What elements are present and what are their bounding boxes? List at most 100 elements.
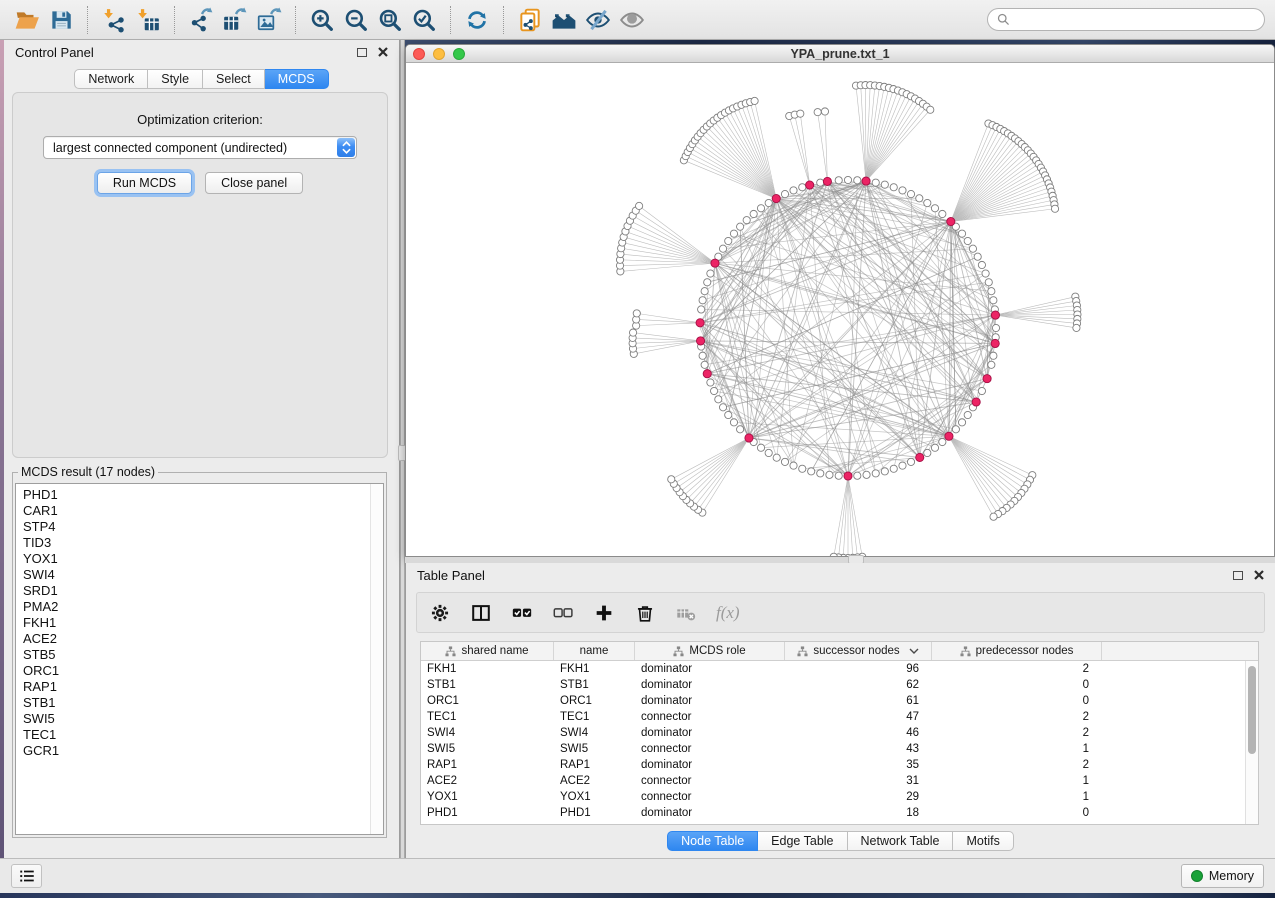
select-all-icon[interactable] <box>511 602 533 624</box>
table-scrollbar-thumb[interactable] <box>1248 666 1256 754</box>
delete-table-icon[interactable] <box>675 602 697 624</box>
network-graph[interactable] <box>406 63 1274 556</box>
table-row[interactable]: TEC1TEC1connector472 <box>421 709 1258 725</box>
mcds-result-item[interactable]: STP4 <box>23 519 369 535</box>
close-panel-icon[interactable] <box>378 47 388 57</box>
mcds-result-item[interactable]: ACE2 <box>23 631 369 647</box>
mcds-result-item[interactable]: SWI5 <box>23 711 369 727</box>
mcds-result-list[interactable]: PHD1CAR1STP4TID3YOX1SWI4SRD1PMA2FKH1ACE2… <box>15 483 384 835</box>
import-table-icon[interactable] <box>131 4 165 36</box>
memory-label: Memory <box>1209 869 1254 883</box>
cell-shared_name: PHD1 <box>421 807 554 819</box>
export-table-icon[interactable] <box>218 4 252 36</box>
task-history-button[interactable] <box>11 864 42 888</box>
float-table-panel-icon[interactable] <box>1233 571 1243 580</box>
new-network-from-selection-icon[interactable] <box>513 4 547 36</box>
save-session-icon[interactable] <box>44 4 78 36</box>
zoom-out-icon[interactable] <box>339 4 373 36</box>
tab-network[interactable]: Network <box>74 69 148 89</box>
table-row[interactable]: ORC1ORC1dominator610 <box>421 693 1258 709</box>
refresh-icon[interactable] <box>460 4 494 36</box>
create-column-icon[interactable] <box>593 602 615 624</box>
window-zoom-icon[interactable] <box>453 48 465 60</box>
export-network-icon[interactable] <box>184 4 218 36</box>
mcds-panel: Optimization criterion: largest connecte… <box>12 92 388 458</box>
column-header-mcds_role[interactable]: MCDS role <box>635 642 785 660</box>
table-row[interactable]: FKH1FKH1dominator962 <box>421 661 1258 677</box>
mcds-result-item[interactable]: RAP1 <box>23 679 369 695</box>
mcds-result-item[interactable]: SWI4 <box>23 567 369 583</box>
cell-successor_nodes: 29 <box>785 791 932 803</box>
function-builder-icon[interactable]: f(x) <box>716 603 740 623</box>
table-row[interactable]: SWI5SWI5connector431 <box>421 741 1258 757</box>
cell-shared_name: TEC1 <box>421 711 554 723</box>
mcds-list-scrollbar[interactable] <box>370 484 383 834</box>
deselect-all-icon[interactable] <box>552 602 574 624</box>
cell-mcds_role: connector <box>635 711 785 723</box>
mcds-result-item[interactable]: FKH1 <box>23 615 369 631</box>
cell-successor_nodes: 47 <box>785 711 932 723</box>
table-row[interactable]: YOX1YOX1connector291 <box>421 789 1258 805</box>
close-panel-button[interactable]: Close panel <box>205 172 303 194</box>
show-all-icon[interactable] <box>615 4 649 36</box>
optimization-criterion-value: largest connected component (undirected) <box>53 141 287 155</box>
zoom-selected-icon[interactable] <box>407 4 441 36</box>
optimization-criterion-select[interactable]: largest connected component (undirected) <box>43 136 357 159</box>
table-mode-gear-icon[interactable] <box>429 602 451 624</box>
tab-select[interactable]: Select <box>203 69 265 89</box>
zoom-in-icon[interactable] <box>305 4 339 36</box>
close-table-panel-icon[interactable] <box>1254 570 1264 580</box>
table-scrollbar[interactable] <box>1245 661 1258 824</box>
mcds-result-item[interactable]: STB5 <box>23 647 369 663</box>
mcds-result-item[interactable]: SRD1 <box>23 583 369 599</box>
mcds-result-title: MCDS result (17 nodes) <box>18 465 158 479</box>
window-minimize-icon[interactable] <box>433 48 445 60</box>
mcds-result-item[interactable]: GCR1 <box>23 743 369 759</box>
table-row[interactable]: STB1STB1dominator620 <box>421 677 1258 693</box>
window-close-icon[interactable] <box>413 48 425 60</box>
column-header-shared_name[interactable]: shared name <box>421 642 554 660</box>
zoom-fit-icon[interactable] <box>373 4 407 36</box>
mcds-result-item[interactable]: TID3 <box>23 535 369 551</box>
import-network-icon[interactable] <box>97 4 131 36</box>
table-row[interactable]: SWI4SWI4dominator462 <box>421 725 1258 741</box>
cell-name: PHD1 <box>554 807 635 819</box>
open-file-icon[interactable] <box>10 4 44 36</box>
column-header-predecessor_nodes[interactable]: predecessor nodes <box>932 642 1102 660</box>
delete-columns-icon[interactable] <box>634 602 656 624</box>
hide-selected-icon[interactable] <box>581 4 615 36</box>
table-row[interactable]: RAP1RAP1dominator352 <box>421 757 1258 773</box>
cell-predecessor_nodes: 0 <box>932 695 1102 707</box>
memory-button[interactable]: Memory <box>1181 864 1264 888</box>
export-image-icon[interactable] <box>252 4 286 36</box>
search-icon <box>996 12 1011 32</box>
mcds-result-item[interactable]: PMA2 <box>23 599 369 615</box>
show-columns-icon[interactable] <box>470 602 492 624</box>
column-header-name[interactable]: name <box>554 642 635 660</box>
cell-predecessor_nodes: 1 <box>932 791 1102 803</box>
search-input[interactable] <box>987 8 1265 31</box>
mcds-result-item[interactable]: PHD1 <box>23 487 369 503</box>
attribute-type-icon <box>797 646 808 657</box>
first-neighbors-icon[interactable] <box>547 4 581 36</box>
float-panel-icon[interactable] <box>357 48 367 57</box>
tab-network-table[interactable]: Network Table <box>848 831 954 851</box>
mcds-result-item[interactable]: TEC1 <box>23 727 369 743</box>
mcds-result-item[interactable]: STB1 <box>23 695 369 711</box>
tab-edge-table[interactable]: Edge Table <box>758 831 847 851</box>
mcds-result-item[interactable]: CAR1 <box>23 503 369 519</box>
table-row[interactable]: PHD1PHD1dominator180 <box>421 805 1258 821</box>
tab-mcds[interactable]: MCDS <box>265 69 329 89</box>
mcds-result-item[interactable]: ORC1 <box>23 663 369 679</box>
mcds-result-item[interactable]: YOX1 <box>23 551 369 567</box>
run-mcds-button[interactable]: Run MCDS <box>97 172 192 194</box>
tab-node-table[interactable]: Node Table <box>667 831 758 851</box>
network-window-titlebar[interactable]: YPA_prune.txt_1 <box>406 45 1274 63</box>
table-toolbar-icons <box>429 602 697 624</box>
table-row[interactable]: ACE2ACE2connector311 <box>421 773 1258 789</box>
cell-successor_nodes: 31 <box>785 775 932 787</box>
tab-style[interactable]: Style <box>148 69 203 89</box>
tab-motifs[interactable]: Motifs <box>953 831 1013 851</box>
cell-successor_nodes: 61 <box>785 695 932 707</box>
column-header-successor_nodes[interactable]: successor nodes <box>785 642 932 660</box>
